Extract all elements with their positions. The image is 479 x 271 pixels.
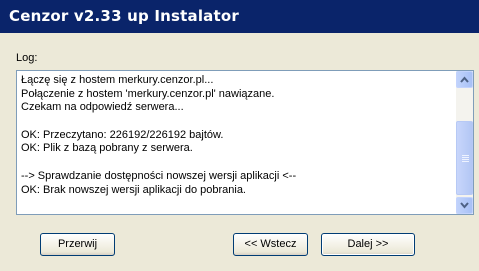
log-line: Łączę się z hostem merkury.cenzor.pl... xyxy=(21,74,214,86)
grip-line xyxy=(462,161,469,162)
scroll-down-button[interactable] xyxy=(456,197,473,214)
log-line: Połączenie z hostem 'merkury.cenzor.pl' … xyxy=(21,87,275,100)
log-content: Łączę się z hostem merkury.cenzor.pl... … xyxy=(21,74,451,197)
vertical-scrollbar[interactable] xyxy=(456,71,473,214)
log-line: OK: Przeczytano: 226192/226192 bajtów. xyxy=(21,128,224,141)
grip-line xyxy=(462,157,469,158)
log-label: Log: xyxy=(16,52,38,64)
stop-button[interactable]: Przerwij xyxy=(40,233,115,256)
scroll-up-button[interactable] xyxy=(456,71,473,88)
log-line: --> Sprawdzanie dostępności nowszej wers… xyxy=(21,169,297,182)
chevron-up-icon xyxy=(460,76,469,83)
grip-line xyxy=(462,159,469,160)
back-button[interactable]: << Wstecz xyxy=(233,233,308,256)
log-line: OK: Brak nowszej wersji aplikacji do pob… xyxy=(21,183,246,196)
log-textarea[interactable]: Łączę się z hostem merkury.cenzor.pl... … xyxy=(16,70,474,215)
next-button[interactable]: Dalej >> xyxy=(321,233,415,256)
log-line: OK: Plik z bazą pobrany z serwera. xyxy=(21,142,193,155)
grip-line xyxy=(462,155,469,156)
log-line: Czekam na odpowiedź serwera... xyxy=(21,101,184,114)
scroll-thumb[interactable] xyxy=(456,121,473,195)
chevron-down-icon xyxy=(460,202,469,209)
window-title: Cenzor v2.33 up Instalator xyxy=(0,0,479,33)
